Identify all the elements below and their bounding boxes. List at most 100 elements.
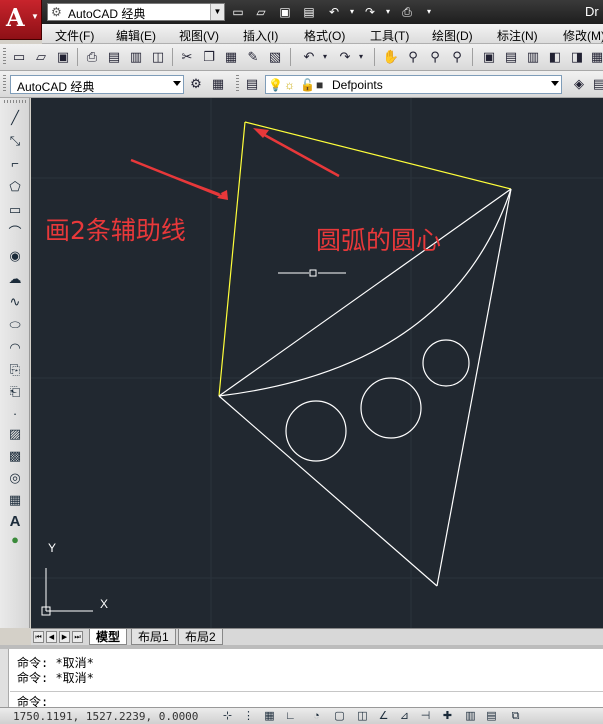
left-edge-line[interactable] [218, 395, 438, 587]
spline-icon[interactable]: ∿ [4, 292, 26, 312]
polygon-icon[interactable]: ⬠ [4, 177, 26, 197]
aux-line-1[interactable] [218, 121, 246, 397]
workspace-settings-icon[interactable]: ⚙ [187, 75, 205, 93]
ellipse-arc-icon[interactable]: ◠ [4, 338, 26, 358]
save-icon[interactable]: ▣ [54, 48, 72, 66]
point-icon[interactable]: · [4, 404, 26, 424]
menu-file[interactable]: 文件(F) [55, 27, 94, 44]
make-current-layer-icon[interactable]: ◈ [570, 75, 588, 93]
undo-dropdown-icon[interactable]: ▾ [316, 48, 334, 66]
paste-icon[interactable]: ▦ [222, 48, 240, 66]
object-snap-icon[interactable]: ▢ [332, 709, 347, 723]
last-tab-icon[interactable]: ⏭ [72, 631, 83, 643]
redo-dropdown-icon[interactable]: ▾ [379, 3, 397, 21]
circle-large[interactable] [285, 400, 347, 462]
right-edge-line[interactable] [436, 188, 512, 587]
menu-view[interactable]: 视图(V) [179, 27, 219, 44]
workspace-combo[interactable]: AutoCAD 经典 [10, 75, 184, 94]
selection-cycling-icon[interactable]: ⧉ [508, 709, 523, 723]
ortho-mode-icon[interactable]: ∟ [283, 709, 298, 723]
menu-modify[interactable]: 修改(M) [563, 27, 603, 44]
toolbar-grip[interactable] [236, 75, 239, 93]
next-tab-icon[interactable]: ▶ [59, 631, 70, 643]
tab-layout2[interactable]: 布局2 [178, 629, 223, 645]
save-icon[interactable]: ▣ [276, 3, 294, 21]
layer-previous-icon[interactable]: ▤ [590, 75, 603, 93]
menu-tools[interactable]: 工具(T) [370, 27, 409, 44]
first-tab-icon[interactable]: ⏮ [33, 631, 44, 643]
qnew-icon[interactable]: ▭ [10, 48, 28, 66]
arc-icon[interactable]: ⌒ [4, 223, 26, 243]
aux-line-2[interactable] [244, 121, 512, 190]
sheet-set-icon[interactable]: ◧ [546, 48, 564, 66]
add-selected-icon[interactable]: ● [4, 530, 26, 550]
chevron-down-icon[interactable] [173, 81, 181, 86]
redo-dropdown-icon[interactable]: ▾ [352, 48, 370, 66]
rectangle-icon[interactable]: ▭ [4, 200, 26, 220]
plot-preview-icon[interactable]: ▤ [105, 48, 123, 66]
coordinate-readout[interactable]: 1750.1191, 1527.2239, 0.0000 [13, 710, 198, 723]
tool-palettes-icon[interactable]: ▥ [524, 48, 542, 66]
quickcalc-icon[interactable]: ▦ [588, 48, 603, 66]
undo-icon[interactable]: ↶ [325, 3, 343, 21]
match-properties-icon[interactable]: ✎ [244, 48, 262, 66]
gradient-icon[interactable]: ▩ [4, 446, 26, 466]
quick-access-dropdown-icon[interactable]: ▾ [420, 3, 438, 21]
snap-mode-icon[interactable]: ⋮ [241, 709, 256, 723]
circle-icon[interactable]: ◉ [4, 246, 26, 266]
sun-icon[interactable]: ☼ [284, 78, 295, 92]
line-icon[interactable]: ╱ [4, 108, 26, 128]
dynamic-ucs-icon[interactable]: ⊿ [397, 709, 412, 723]
menu-edit[interactable]: 编辑(E) [116, 27, 156, 44]
toolbar-grip[interactable] [3, 75, 6, 93]
lineweight-icon[interactable]: ✚ [440, 709, 455, 723]
block-editor-icon[interactable]: ▧ [266, 48, 284, 66]
lock-icon[interactable]: 🔓 [300, 78, 315, 92]
3d-object-snap-icon[interactable]: ◫ [355, 709, 370, 723]
open-file-icon[interactable]: ▱ [252, 3, 270, 21]
infer-constraints-icon[interactable]: ⊹ [220, 709, 235, 723]
cut-icon[interactable]: ✂ [178, 48, 196, 66]
save-as-icon[interactable]: ▤ [300, 3, 318, 21]
copy-icon[interactable]: ❐ [200, 48, 218, 66]
polyline-icon[interactable]: ⌐ [4, 154, 26, 174]
insert-block-icon[interactable]: ⎘ [4, 360, 26, 380]
menu-dimension[interactable]: 标注(N) [497, 27, 538, 44]
light-bulb-icon[interactable]: 💡 [268, 78, 283, 92]
design-center-icon[interactable]: ▤ [502, 48, 520, 66]
polar-tracking-icon[interactable]: ◔ [309, 709, 324, 723]
layer-properties-icon[interactable]: ▤ [243, 75, 261, 93]
publish-icon[interactable]: ▥ [127, 48, 145, 66]
plot-icon[interactable]: ⎙ [398, 3, 416, 21]
circle-small[interactable] [422, 339, 470, 387]
transparency-icon[interactable]: ▥ [463, 709, 478, 723]
region-icon[interactable]: ◎ [4, 468, 26, 488]
chevron-down-icon[interactable] [551, 81, 559, 86]
dynamic-input-icon[interactable]: ⊣ [418, 709, 433, 723]
make-block-icon[interactable]: ⎗ [4, 382, 26, 402]
pan-icon[interactable]: ✋ [382, 48, 400, 66]
circle-middle[interactable] [360, 377, 422, 439]
new-file-icon[interactable]: ▭ [229, 3, 247, 21]
redo-icon[interactable]: ↷ [361, 3, 379, 21]
undo-dropdown-icon[interactable]: ▾ [343, 3, 361, 21]
plot-icon[interactable]: ⎙ [83, 48, 101, 66]
3d-dwf-icon[interactable]: ◫ [149, 48, 167, 66]
layer-combo[interactable]: 💡 ☼ 🔓 ■ Defpoints [265, 75, 562, 94]
application-menu-button[interactable]: A ▼ [0, 0, 42, 40]
open-icon[interactable]: ▱ [32, 48, 50, 66]
quick-properties-icon[interactable]: ▤ [484, 709, 499, 723]
workspace-switch-combo[interactable]: ⚙ AutoCAD 经典 ▼ [47, 3, 225, 21]
zoom-realtime-icon[interactable]: ⚲ [404, 48, 422, 66]
chevron-down-icon[interactable]: ▼ [210, 4, 224, 20]
previous-tab-icon[interactable]: ◀ [46, 631, 57, 643]
menu-draw[interactable]: 绘图(D) [432, 27, 473, 44]
table-icon[interactable]: ▦ [4, 490, 26, 510]
multiline-text-icon[interactable]: A [4, 512, 26, 532]
drawing-canvas[interactable]: 画2条辅助线 圆弧的圆心 Y X [31, 98, 603, 628]
command-input[interactable]: 命令: [10, 691, 603, 709]
construction-line-icon[interactable]: ⤡ [4, 131, 26, 151]
menu-insert[interactable]: 插入(I) [243, 27, 278, 44]
revision-cloud-icon[interactable]: ☁ [4, 269, 26, 289]
command-window-grip[interactable] [0, 649, 9, 707]
